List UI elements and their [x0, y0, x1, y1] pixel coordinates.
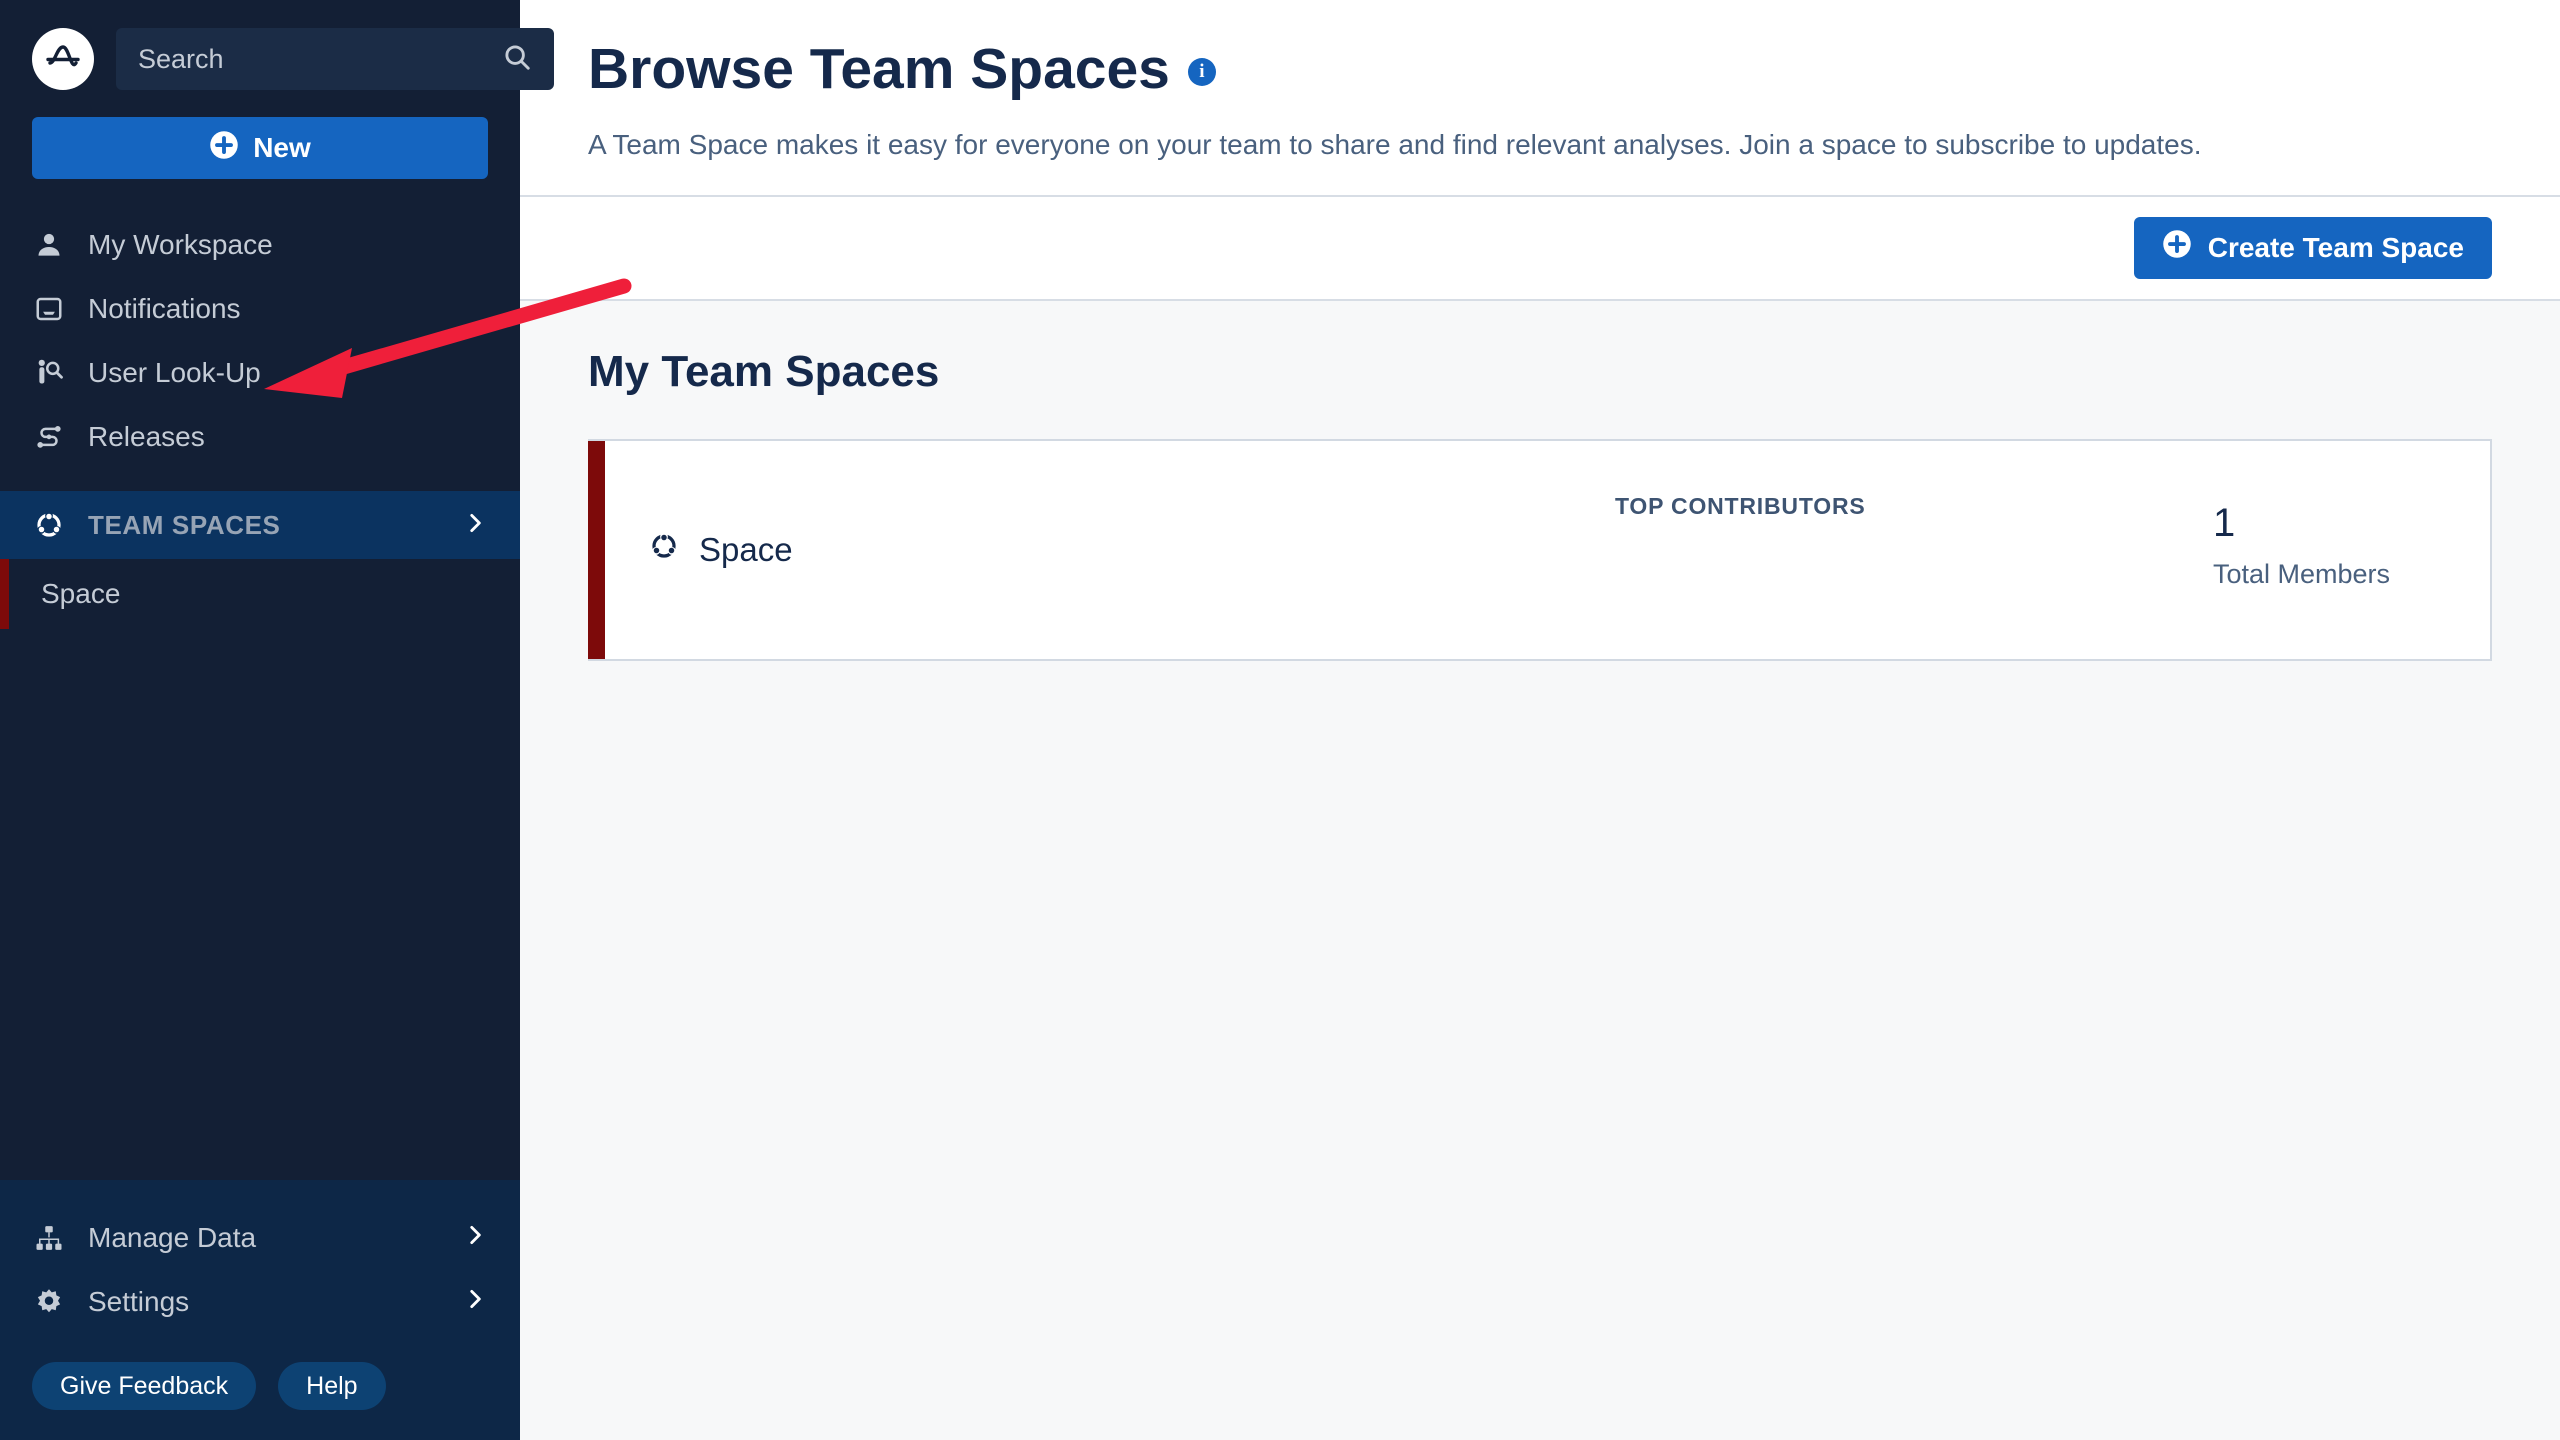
new-button[interactable]: New: [32, 117, 488, 179]
page-title-text: Browse Team Spaces: [588, 37, 1170, 101]
hierarchy-icon: [32, 1221, 66, 1255]
sidebar-header-row: [32, 28, 554, 90]
top-contributors-label: TOP CONTRIBUTORS: [1615, 492, 1866, 519]
search-box[interactable]: [116, 28, 554, 90]
section-title: My Team Spaces: [588, 346, 940, 396]
plus-circle-icon: [209, 130, 239, 167]
team-space-icon: [649, 531, 679, 569]
primary-nav: My Workspace Notifications User Look-Up …: [0, 213, 520, 469]
team-space-card[interactable]: Space TOP CONTRIBUTORS 1 Total Members: [588, 438, 2492, 661]
team-space-name: Space: [699, 530, 793, 568]
sidebar: New My Workspace: [0, 0, 554, 1440]
create-team-space-button[interactable]: Create Team Space: [2133, 216, 2492, 279]
sidebar-bottom: Manage Data Settings Give Feedback Help: [0, 1180, 520, 1440]
team-space-icon: [32, 508, 66, 542]
sidebar-item-user-look-up[interactable]: User Look-Up: [0, 341, 520, 405]
sidebar-item-manage-data[interactable]: Manage Data: [0, 1206, 520, 1270]
inbox-icon: [32, 292, 66, 326]
page-subtitle: A Team Space makes it easy for everyone …: [588, 128, 2202, 160]
chevron-right-icon[interactable]: [462, 1286, 488, 1319]
sidebar-section-team-spaces[interactable]: TEAM SPACES: [0, 491, 520, 559]
sidebar-item-releases[interactable]: Releases: [0, 405, 520, 469]
new-button-label: New: [253, 132, 311, 163]
create-team-space-label: Create Team Space: [2207, 231, 2464, 263]
page-header: Browse Team Spaces i A Team Space makes …: [520, 0, 2560, 195]
total-members-group: 1 Total Members: [2213, 503, 2390, 590]
sidebar-item-notifications[interactable]: Notifications: [0, 277, 520, 341]
section-label: TEAM SPACES: [88, 509, 281, 540]
person-icon: [32, 228, 66, 262]
sidebar-subitem-space[interactable]: Space: [0, 559, 520, 629]
sidebar-item-label: User Look-Up: [88, 357, 261, 388]
sidebar-item-label: Releases: [88, 421, 205, 452]
sidebar-item-label: Notifications: [88, 293, 241, 324]
sidebar-item-my-workspace[interactable]: My Workspace: [0, 213, 520, 277]
sidebar-item-label: Manage Data: [88, 1222, 257, 1253]
chevron-right-icon[interactable]: [462, 1222, 488, 1255]
content-area: My Team Spaces Space TOP CONTRIBUTORS 1 …: [520, 301, 2560, 1440]
main-content: Browse Team Spaces i A Team Space makes …: [520, 0, 2560, 1440]
chevron-right-icon[interactable]: [462, 510, 488, 541]
total-members-count: 1: [2212, 500, 2236, 545]
total-members-label: Total Members: [2212, 558, 2390, 589]
help-button[interactable]: Help: [278, 1362, 386, 1410]
amplitude-logo-icon[interactable]: [32, 28, 94, 90]
gear-icon: [32, 1285, 66, 1319]
sidebar-item-settings[interactable]: Settings: [0, 1270, 520, 1334]
search-input[interactable]: [138, 43, 492, 75]
person-search-icon: [32, 356, 66, 390]
page-toolbar: Create Team Space: [520, 194, 2560, 301]
sidebar-item-label: My Workspace: [88, 229, 273, 260]
info-icon[interactable]: i: [1187, 58, 1216, 87]
team-space-name-group[interactable]: Space: [649, 531, 793, 569]
plus-circle-icon: [2162, 229, 2192, 266]
page-title: Browse Team Spaces i: [588, 38, 2492, 101]
give-feedback-button[interactable]: Give Feedback: [32, 1362, 257, 1410]
app-root: New My Workspace: [0, 0, 2560, 1440]
card-accent-bar: [588, 440, 605, 659]
card-body: Space TOP CONTRIBUTORS 1 Total Members: [605, 441, 2490, 659]
releases-path-icon: [32, 420, 66, 454]
sidebar-top: New: [0, 0, 554, 179]
sidebar-pill-row: Give Feedback Help: [0, 1334, 520, 1410]
search-icon[interactable]: [502, 42, 532, 77]
sidebar-subitem-label: Space: [41, 578, 121, 609]
sidebar-item-label: Settings: [88, 1286, 190, 1317]
